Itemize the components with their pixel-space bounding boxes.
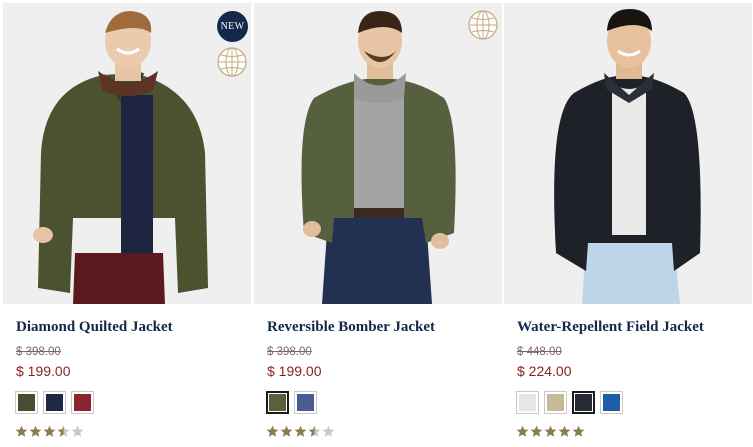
original-price: $ 448.00 <box>517 346 562 358</box>
product-card: NEW Diamond Quilted Jacket $ 398.00 $ 19… <box>3 0 252 447</box>
star-icon <box>29 425 42 437</box>
color-swatch-1[interactable] <box>15 391 38 414</box>
product-title[interactable]: Diamond Quilted Jacket <box>16 319 173 336</box>
star-icon <box>544 425 557 437</box>
product-grid: NEW Diamond Quilted Jacket $ 398.00 $ 19… <box>0 0 753 447</box>
star-icon <box>572 425 585 437</box>
color-swatch-1[interactable] <box>266 391 289 414</box>
star-icon <box>266 425 279 437</box>
star-icon <box>280 425 293 437</box>
star-icon <box>15 425 28 437</box>
original-price: $ 398.00 <box>267 346 312 358</box>
star-icon <box>57 425 70 437</box>
swatch-fill <box>74 394 91 411</box>
star-icon <box>322 425 335 437</box>
sale-price: $ 199.00 <box>267 363 322 379</box>
swatch-fill <box>575 394 592 411</box>
star-icon <box>43 425 56 437</box>
color-swatch-2[interactable] <box>43 391 66 414</box>
globe-icon <box>217 47 247 77</box>
swatch-fill <box>18 394 35 411</box>
swatch-fill <box>547 394 564 411</box>
product-image[interactable]: NEW <box>3 3 251 304</box>
star-icon <box>530 425 543 437</box>
color-swatch-3[interactable] <box>71 391 94 414</box>
color-swatch-3[interactable] <box>572 391 595 414</box>
swatch-fill <box>46 394 63 411</box>
swatch-fill <box>297 394 314 411</box>
new-badge: NEW <box>217 11 248 42</box>
color-swatch-1[interactable] <box>516 391 539 414</box>
swatch-fill <box>603 394 620 411</box>
star-icon <box>516 425 529 437</box>
original-price: $ 398.00 <box>16 346 61 358</box>
sale-price: $ 199.00 <box>16 363 71 379</box>
model-illustration <box>254 3 502 304</box>
product-card: Reversible Bomber Jacket $ 398.00 $ 199.… <box>254 0 503 447</box>
product-title[interactable]: Reversible Bomber Jacket <box>267 319 435 336</box>
model-illustration <box>3 3 251 304</box>
color-swatches <box>516 391 623 414</box>
product-card: Water-Repellent Field Jacket $ 448.00 $ … <box>504 0 753 447</box>
globe-icon <box>468 10 498 40</box>
product-image[interactable] <box>504 3 752 304</box>
color-swatches <box>266 391 317 414</box>
star-icon <box>308 425 321 437</box>
color-swatches <box>15 391 94 414</box>
product-title[interactable]: Water-Repellent Field Jacket <box>517 319 704 336</box>
color-swatch-2[interactable] <box>294 391 317 414</box>
sale-price: $ 224.00 <box>517 363 572 379</box>
color-swatch-2[interactable] <box>544 391 567 414</box>
swatch-fill <box>269 394 286 411</box>
product-image[interactable] <box>254 3 502 304</box>
star-icon <box>558 425 571 437</box>
star-icon <box>294 425 307 437</box>
star-rating <box>15 425 84 438</box>
star-rating <box>266 425 335 438</box>
swatch-fill <box>519 394 536 411</box>
star-icon <box>71 425 84 437</box>
model-illustration <box>504 3 752 304</box>
star-rating <box>516 425 585 438</box>
color-swatch-4[interactable] <box>600 391 623 414</box>
